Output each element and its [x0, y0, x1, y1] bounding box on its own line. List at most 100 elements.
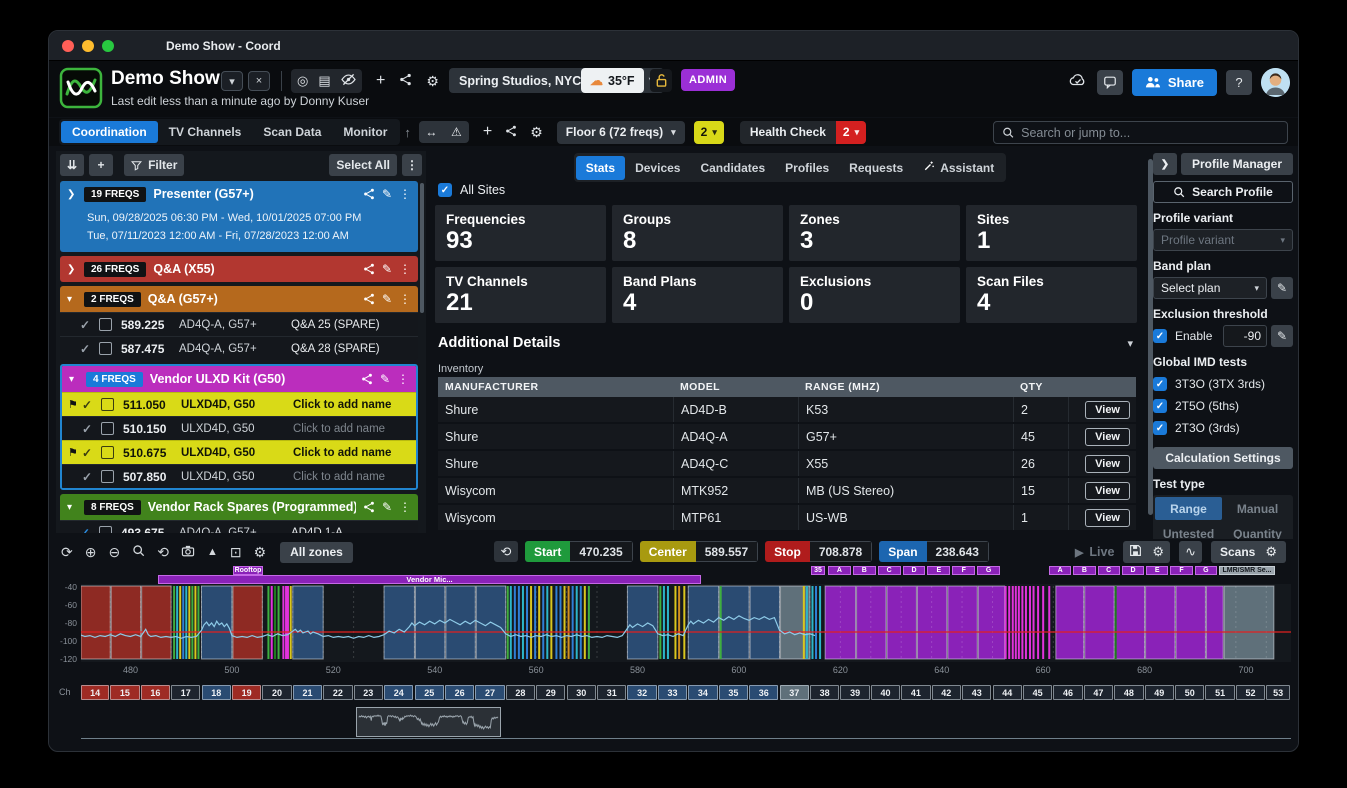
tab-coordination[interactable]: Coordination [61, 121, 158, 143]
frequency-group[interactable]: ▾4 FREQSVendor ULXD Kit (G50)✎⋮⚑✓511.050… [60, 364, 418, 490]
zone-tag-rooftop[interactable]: Rooftop [233, 566, 263, 575]
channel-45[interactable]: 45 [1023, 685, 1052, 700]
channel-36[interactable]: 36 [749, 685, 778, 700]
imd-checkbox[interactable]: ✓ [1153, 421, 1167, 435]
group-header[interactable]: ❯26 FREQSQ&A (X55)✎⋮ [60, 256, 418, 282]
camera-icon[interactable] [181, 544, 195, 560]
row-checkbox[interactable] [101, 446, 114, 459]
channel-53[interactable]: 53 [1266, 685, 1290, 700]
channel-24[interactable]: 24 [384, 685, 413, 700]
marker-icon[interactable]: ▲ [207, 546, 218, 558]
additional-details-header[interactable]: Additional Details ▾ [438, 335, 1133, 351]
zone-segment-g[interactable]: G [1195, 566, 1217, 575]
comments-button[interactable] [1097, 70, 1123, 95]
channel-41[interactable]: 41 [901, 685, 930, 700]
start-value[interactable]: 470.235 [570, 541, 632, 562]
channel-51[interactable]: 51 [1205, 685, 1234, 700]
kebab-icon[interactable]: ⋮ [399, 187, 411, 201]
frequency-group[interactable]: ▾2 FREQSQ&A (G57+)✎⋮✓589.225AD4Q-A, G57+… [60, 286, 418, 360]
zone-segment-a[interactable]: A [828, 566, 851, 575]
chevron-right-icon[interactable]: ❯ [67, 264, 77, 275]
edit-band-plan-button[interactable]: ✎ [1271, 277, 1293, 299]
arrow-up-icon[interactable]: ↑ [404, 125, 411, 140]
collapse-all-button[interactable]: ⇊ [60, 154, 84, 176]
health-check[interactable]: Health Check 2 ▾ [740, 121, 866, 144]
group-header[interactable]: ▾4 FREQSVendor ULXD Kit (G50)✎⋮ [62, 366, 416, 392]
zone-segment-d[interactable]: D [903, 566, 926, 575]
cloud-sync-icon[interactable] [1068, 72, 1088, 92]
view-button[interactable]: View [1085, 455, 1130, 473]
center-tab-stats[interactable]: Stats [576, 156, 625, 180]
all-zones-button[interactable]: All zones [280, 542, 353, 563]
freq-row[interactable]: ✓493.675AD4Q-A, G57+AD4D 1-A [60, 520, 418, 533]
tab-monitor[interactable]: Monitor [332, 121, 398, 143]
share-button[interactable]: Share [1132, 69, 1217, 96]
row-checkbox[interactable] [101, 470, 114, 483]
channel-38[interactable]: 38 [810, 685, 839, 700]
share-icon[interactable] [363, 293, 375, 305]
scans-button[interactable]: Scans ⚙ [1211, 541, 1286, 563]
zone-segment-b[interactable]: B [1073, 566, 1095, 575]
zone-segment-d[interactable]: D [1122, 566, 1144, 575]
add-icon[interactable]: + [376, 72, 385, 90]
stop-frequency[interactable]: Stop 708.878 [765, 541, 872, 562]
share-icon[interactable] [361, 373, 373, 385]
group-header[interactable]: ▾2 FREQSQ&A (G57+)✎⋮ [60, 286, 418, 312]
channel-15[interactable]: 15 [110, 685, 139, 700]
avatar[interactable] [1261, 68, 1290, 97]
channel-20[interactable]: 20 [262, 685, 291, 700]
channel-name[interactable]: Click to add name [293, 447, 410, 459]
center-tab-assistant[interactable]: Assistant [913, 155, 1004, 180]
zone-tag-lmr[interactable]: LMR/SMR Se... [1219, 566, 1275, 575]
zone-segment-a[interactable]: A [1049, 566, 1071, 575]
lock-button[interactable] [650, 69, 672, 92]
row-checkbox[interactable] [99, 526, 112, 533]
channel-50[interactable]: 50 [1175, 685, 1204, 700]
zone-tag-35[interactable]: 35 [811, 566, 825, 575]
search-icon[interactable] [132, 544, 145, 560]
channel-37[interactable]: 37 [780, 685, 809, 700]
titlebar[interactable]: Demo Show - Coord [49, 31, 1298, 61]
start-frequency[interactable]: Start 470.235 [525, 541, 633, 562]
channel-25[interactable]: 25 [415, 685, 444, 700]
gear-icon[interactable]: ⚙ [1265, 544, 1277, 560]
loop-icon[interactable]: ⟲ [157, 544, 169, 561]
channel-26[interactable]: 26 [445, 685, 474, 700]
floor-selector[interactable]: Floor 6 (72 freqs) ▾ [557, 121, 685, 144]
channel-27[interactable]: 27 [475, 685, 504, 700]
show-dropdown-button[interactable]: ▾ [221, 71, 243, 91]
channel-31[interactable]: 31 [597, 685, 626, 700]
chevron-down-icon[interactable]: ▾ [69, 374, 79, 385]
freq-row[interactable]: ✓507.850ULXD4D, G50Click to add name [62, 464, 416, 488]
add-group-button[interactable]: + [89, 154, 113, 176]
center-frequency[interactable]: Center 589.557 [640, 541, 758, 562]
zone-segment-c[interactable]: C [878, 566, 901, 575]
channel-name[interactable]: Click to add name [293, 471, 410, 483]
channel-name[interactable]: Click to add name [293, 423, 410, 435]
weather-widget[interactable]: ☁ 35°F [581, 68, 644, 93]
share-icon[interactable] [363, 263, 375, 275]
search-profile-button[interactable]: Search Profile [1153, 181, 1293, 203]
center-tab-candidates[interactable]: Candidates [690, 156, 775, 180]
stop-value[interactable]: 708.878 [810, 541, 872, 562]
center-tab-devices[interactable]: Devices [625, 156, 690, 180]
imd-test-item[interactable]: ✓3T3O (3TX 3rds) [1153, 373, 1293, 395]
channel-name[interactable]: Click to add name [293, 399, 410, 411]
zone-segment-f[interactable]: F [1170, 566, 1192, 575]
edit-icon[interactable]: ✎ [382, 292, 392, 306]
channel-name[interactable]: Q&A 28 (SPARE) [291, 343, 412, 355]
threshold-input[interactable] [1223, 325, 1267, 347]
clipboard-icon[interactable]: ▤ [318, 73, 330, 89]
channel-29[interactable]: 29 [536, 685, 565, 700]
channel-48[interactable]: 48 [1114, 685, 1143, 700]
channel-46[interactable]: 46 [1053, 685, 1082, 700]
channel-39[interactable]: 39 [840, 685, 869, 700]
check-icon[interactable]: ✓ [82, 422, 101, 436]
gear-icon[interactable]: ⚙ [426, 73, 439, 90]
live-toggle[interactable]: ▶ Live [1075, 545, 1114, 559]
edit-icon[interactable]: ✎ [380, 372, 390, 386]
band-plan-select[interactable]: Select plan ▾ [1153, 277, 1267, 299]
span-value[interactable]: 238.643 [927, 541, 989, 562]
imd-test-item[interactable]: ✓2T5O (5ths) [1153, 395, 1293, 417]
channel-33[interactable]: 33 [658, 685, 687, 700]
